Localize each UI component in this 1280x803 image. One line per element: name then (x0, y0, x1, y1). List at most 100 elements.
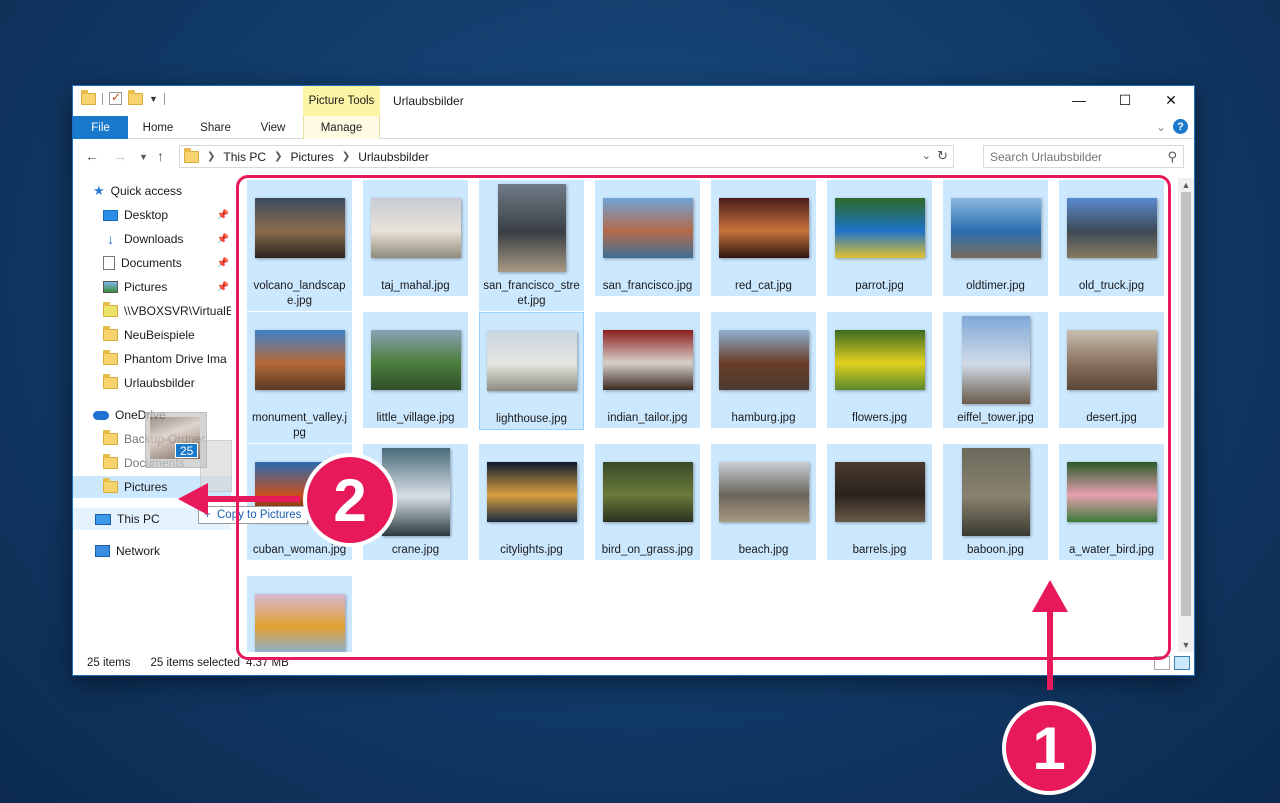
sidebar-item-desktop[interactable]: Desktop 📌 (103, 204, 231, 226)
scroll-up-icon[interactable]: ▲ (1178, 178, 1194, 192)
file-item[interactable]: barrels.jpg (827, 444, 932, 560)
help-icon[interactable]: ? (1173, 119, 1188, 134)
file-item[interactable]: san_francisco.jpg (595, 180, 700, 296)
file-item[interactable]: little_village.jpg (363, 312, 468, 428)
minimize-button[interactable]: — (1056, 86, 1102, 114)
search-icon[interactable]: ⚲ (1167, 149, 1177, 165)
folder-icon[interactable] (81, 89, 96, 105)
forward-arrow-icon[interactable]: → (113, 148, 127, 164)
recent-locations-icon[interactable]: ▼ (139, 152, 148, 162)
tab-home[interactable]: Home (128, 116, 188, 139)
image-thumbnail (486, 330, 577, 391)
address-bar[interactable]: ❯ This PC ❯ Pictures ❯ Urlaubsbilder ⌄ ↻ (179, 145, 954, 168)
file-item[interactable]: baboon.jpg (943, 444, 1048, 560)
image-thumbnail (834, 461, 925, 522)
image-thumbnail (254, 197, 345, 258)
quick-access-toolbar: ▼ (81, 89, 165, 105)
file-item[interactable]: san_francisco_street.jpg (479, 180, 584, 311)
breadcrumb-this-pc[interactable]: This PC (223, 150, 266, 164)
sidebar-item-neubeispiele[interactable]: NeuBeispiele (103, 324, 231, 346)
thumbnail-frame (479, 444, 584, 539)
image-thumbnail (834, 197, 925, 258)
chevron-right-icon[interactable]: ❯ (207, 151, 215, 162)
sidebar-item-phantom-drive[interactable]: Phantom Drive Ima (103, 348, 231, 370)
file-item[interactable]: bird_on_grass.jpg (595, 444, 700, 560)
file-name: desert.jpg (1086, 412, 1137, 424)
pin-icon: 📌 (216, 281, 229, 293)
pin-icon: 📌 (216, 209, 229, 221)
image-thumbnail (834, 329, 925, 390)
sidebar-item-network[interactable]: Network (95, 540, 231, 562)
tab-share[interactable]: Share (188, 116, 243, 139)
file-name: lighthouse.jpg (496, 413, 567, 425)
close-button[interactable]: ✕ (1148, 86, 1194, 114)
customize-toolbar-icon[interactable]: ▼ (149, 94, 158, 104)
thumbnail-frame (363, 180, 468, 275)
breadcrumb-pictures[interactable]: Pictures (290, 150, 333, 164)
sidebar-item-vboxsvr[interactable]: \\VBOXSVR\VirtualE (103, 300, 231, 322)
file-name: oldtimer.jpg (966, 280, 1025, 292)
tab-view[interactable]: View (243, 116, 303, 139)
file-item[interactable] (247, 576, 352, 652)
file-item[interactable]: volcano_landscape.jpg (247, 180, 352, 311)
file-item[interactable]: desert.jpg (1059, 312, 1164, 428)
file-item[interactable]: oldtimer.jpg (943, 180, 1048, 296)
tab-manage[interactable]: Manage (303, 116, 380, 139)
thumbnail-frame (247, 576, 352, 652)
network-folder-icon (103, 302, 118, 317)
file-name: bird_on_grass.jpg (601, 544, 694, 556)
file-item[interactable]: red_cat.jpg (711, 180, 816, 296)
file-item[interactable]: indian_tailor.jpg (595, 312, 700, 428)
file-item[interactable]: beach.jpg (711, 444, 816, 560)
thumbnail-frame (827, 180, 932, 275)
file-item[interactable]: monument_valley.jpg (247, 312, 352, 443)
scrollbar-thumb[interactable] (1181, 192, 1191, 616)
sidebar-item-label: \\VBOXSVR\VirtualE (124, 304, 231, 318)
details-view-icon[interactable] (1154, 656, 1170, 670)
up-arrow-icon[interactable]: ↑ (157, 148, 164, 164)
sidebar-item-quick-access[interactable]: ★ Quick access (93, 180, 231, 202)
file-item[interactable]: taj_mahal.jpg (363, 180, 468, 296)
properties-icon[interactable] (109, 90, 122, 105)
chevron-right-icon[interactable]: ❯ (342, 151, 350, 162)
new-folder-icon[interactable] (128, 89, 143, 105)
maximize-button[interactable]: ☐ (1102, 86, 1148, 114)
file-item[interactable]: a_water_bird.jpg (1059, 444, 1164, 560)
large-icons-view-icon[interactable] (1174, 656, 1190, 670)
drag-tooltip-text: Copy to Pictures (217, 509, 302, 521)
image-thumbnail (718, 197, 809, 258)
sidebar-item-pictures[interactable]: Pictures 📌 (103, 276, 231, 298)
thumbnail-frame (247, 312, 352, 407)
file-name: a_water_bird.jpg (1068, 544, 1155, 556)
chevron-right-icon[interactable]: ❯ (274, 151, 282, 162)
sidebar-item-downloads[interactable]: ↓ Downloads 📌 (103, 228, 231, 250)
file-item[interactable]: lighthouse.jpg (479, 312, 584, 430)
thumbnail-frame (711, 180, 816, 275)
file-list: volcano_landscape.jpg taj_mahal.jpg san_fr… (245, 178, 1180, 652)
file-item[interactable]: eiffel_tower.jpg (943, 312, 1048, 428)
vertical-scrollbar[interactable]: ▲ ▼ (1178, 178, 1194, 652)
file-item[interactable]: parrot.jpg (827, 180, 932, 296)
sidebar-item-urlaubsbilder[interactable]: Urlaubsbilder (103, 372, 231, 394)
scroll-down-icon[interactable]: ▼ (1178, 638, 1194, 652)
expand-ribbon-icon[interactable]: ⌄ (1156, 120, 1166, 134)
file-item[interactable]: flowers.jpg (827, 312, 932, 428)
image-thumbnail (370, 329, 461, 390)
file-name: barrels.jpg (852, 544, 907, 556)
sidebar-item-documents[interactable]: Documents 📌 (103, 252, 231, 274)
search-input[interactable] (990, 149, 1160, 164)
address-dropdown-icon[interactable]: ⌄ (922, 149, 931, 162)
file-item[interactable]: old_truck.jpg (1059, 180, 1164, 296)
breadcrumb-urlaubsbilder[interactable]: Urlaubsbilder (358, 150, 429, 164)
star-icon: ★ (93, 183, 105, 198)
refresh-icon[interactable]: ↻ (937, 148, 948, 164)
file-name: indian_tailor.jpg (607, 412, 688, 424)
tab-file[interactable]: File (73, 116, 128, 139)
file-item[interactable]: hamburg.jpg (711, 312, 816, 428)
image-thumbnail (370, 197, 461, 258)
search-box[interactable]: ⚲ (983, 145, 1184, 168)
file-item[interactable]: citylights.jpg (479, 444, 584, 560)
back-arrow-icon[interactable]: ← (85, 148, 99, 164)
file-name: san_francisco_street.jpg (483, 280, 580, 307)
navigation-bar: ← → ▼ ↑ ❯ This PC ❯ Pictures ❯ Urlaubsbi… (73, 140, 1194, 172)
